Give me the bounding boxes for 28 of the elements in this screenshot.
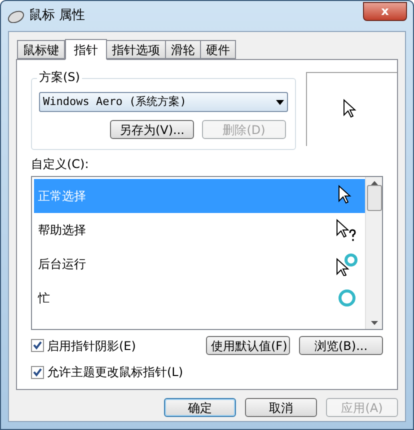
use-default-button[interactable]: 使用默认值(F) [206,336,290,355]
checkbox[interactable] [31,339,44,352]
tab[interactable]: 指针选项 [106,40,166,59]
option-label: 启用指针阴影(E) [47,338,136,354]
group-label: 方案(S) [37,71,82,83]
option-label: 允许主题更改鼠标指针(L) [47,364,184,381]
save-as-button[interactable]: 另存为(V)... [110,120,194,139]
window-title: 鼠标 属性 [29,7,86,26]
checkbox[interactable] [31,366,44,378]
scheme-dropdown[interactable]: Windows Aero (系统方案) [39,92,288,112]
tab[interactable]: 滑轮 [165,40,201,59]
mouse-icon [7,9,25,23]
browse-button[interactable]: 浏览(B)... [299,336,383,355]
dropdown-arrow-icon [276,100,284,104]
cursor-list-item[interactable]: 忙 [34,281,365,315]
cursor-list-item[interactable]: 帮助选择 [34,213,365,247]
scrollbar-thumb[interactable] [366,185,382,211]
scroll-down-arrow-icon[interactable] [370,321,378,325]
working-cursor-icon [335,252,359,276]
cancel-button[interactable]: 取消 [245,398,317,417]
tab[interactable]: 硬件 [200,40,236,59]
ok-button[interactable]: 确定 [164,398,236,417]
scroll-up-arrow-icon[interactable] [370,181,378,185]
tab[interactable]: 鼠标键 [17,40,65,59]
scrollbar[interactable] [365,177,382,329]
tab[interactable]: 指针 [65,39,107,60]
customize-label: 自定义(C): [31,158,90,170]
cursor-list-item[interactable]: 后台运行 [34,247,365,281]
